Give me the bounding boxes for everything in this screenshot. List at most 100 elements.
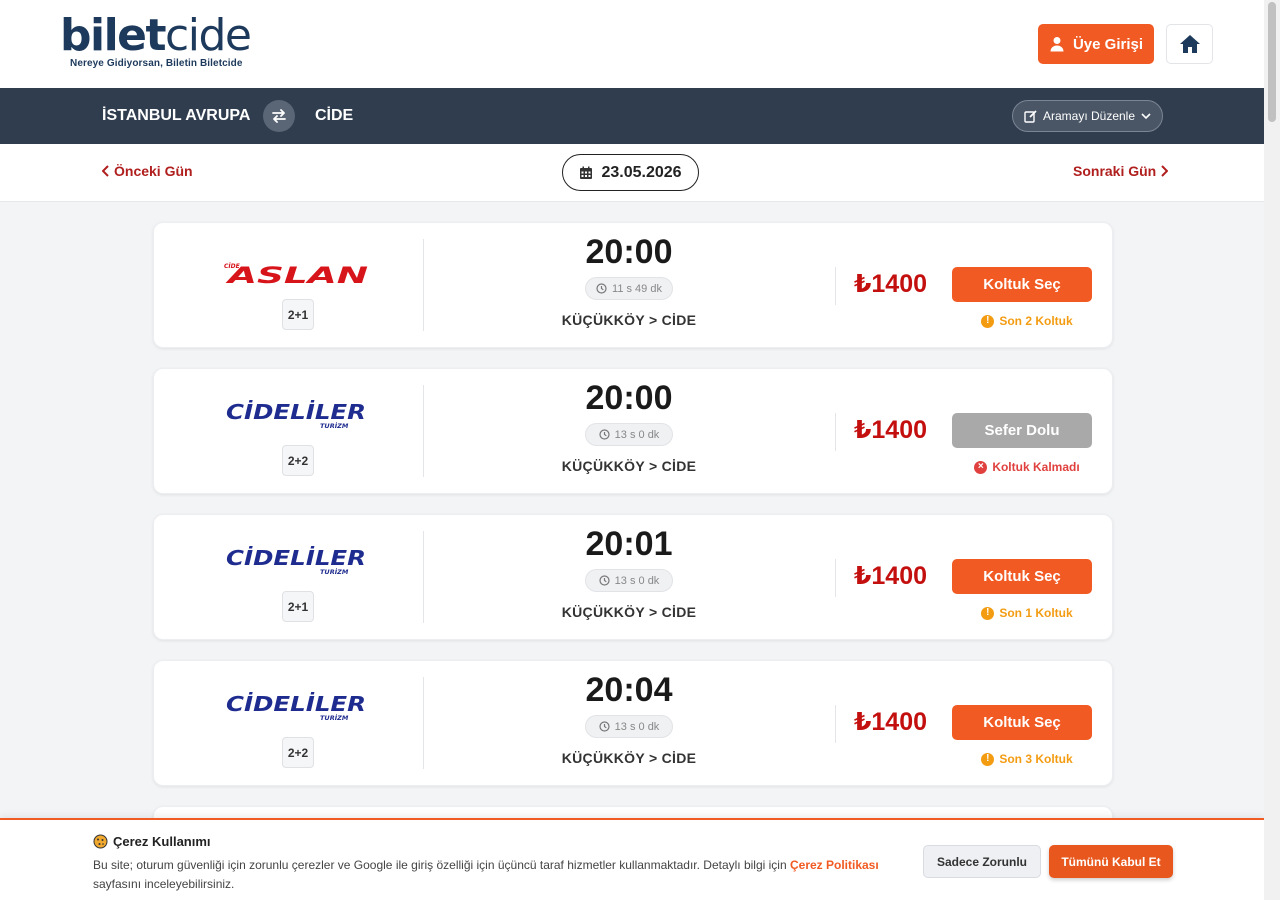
seat-layout-badge: 2+2 xyxy=(282,445,314,476)
warning-icon: ! xyxy=(981,752,995,766)
date-picker[interactable]: 23.05.2026 xyxy=(562,154,699,191)
warning-icon: ! xyxy=(981,606,995,620)
logo-tagline: Nereye Gidiyorsan, Biletin Biletcide xyxy=(70,58,243,69)
accept-all-button[interactable]: Tümünü Kabul Et xyxy=(1049,845,1173,878)
seat-note-text: Koltuk Kalmadı xyxy=(992,460,1080,474)
home-icon xyxy=(1179,35,1200,53)
company-subtitle: TURİZM xyxy=(320,713,349,722)
site-logo[interactable]: biletcide Nereye Gidiyorsan, Biletin Bil… xyxy=(60,10,252,70)
divider xyxy=(835,413,836,451)
trip-card: CİDELİLER TURİZM 2+2 20:04 13 s 0 dk KÜÇ… xyxy=(153,660,1113,786)
duration-text: 11 s 49 dk xyxy=(612,282,662,295)
clock-icon xyxy=(596,283,607,294)
divider xyxy=(835,559,836,597)
divider xyxy=(835,267,836,305)
cideliler-company-logo: CİDELİLER TURİZM xyxy=(226,400,366,430)
cookie-title-text: Çerez Kullanımı xyxy=(113,834,211,849)
select-seat-button[interactable]: Koltuk Seç xyxy=(952,705,1092,740)
cideliler-company-logo: CİDELİLER TURİZM xyxy=(226,692,366,722)
route-origin: İSTANBUL AVRUPA xyxy=(102,107,251,124)
route-bar: İSTANBUL AVRUPA CİDE Aramayı Düzenle xyxy=(0,88,1264,144)
trip-card: CİDELİLER TURİZM 2+2 20:00 13 s 0 dk KÜÇ… xyxy=(153,368,1113,494)
close-circle-icon: × xyxy=(974,460,988,474)
warning-icon: ! xyxy=(981,314,995,328)
company-name: CİDELİLER xyxy=(226,692,366,716)
logo-bold-part: bilet xyxy=(60,10,167,61)
next-day-link[interactable]: Sonraki Gün xyxy=(1073,163,1169,179)
select-seat-button[interactable]: Koltuk Seç xyxy=(952,267,1092,302)
clock-icon xyxy=(599,429,610,440)
trip-duration: 13 s 0 dk xyxy=(585,715,673,738)
seat-availability-note: ! Son 1 Koltuk xyxy=(952,606,1102,620)
seat-note-text: Son 2 Koltuk xyxy=(999,314,1073,328)
previous-day-link[interactable]: Önceki Gün xyxy=(102,163,193,179)
seat-note-text: Son 3 Koltuk xyxy=(999,752,1073,766)
trip-price: ₺1400 xyxy=(854,270,928,298)
departure-time: 20:00 xyxy=(585,379,673,417)
edit-icon xyxy=(1024,109,1037,123)
calendar-icon xyxy=(580,166,593,179)
cookie-text-end: sayfasını inceleyebilirsiniz. xyxy=(93,877,235,891)
trip-route: KÜÇÜKKÖY > CİDE xyxy=(561,312,697,328)
route-destination: CİDE xyxy=(315,107,354,124)
departure-time: 20:04 xyxy=(585,671,673,709)
trip-route: KÜÇÜKKÖY > CİDE xyxy=(561,458,697,474)
company-name: CİDELİLER xyxy=(226,546,366,570)
chevron-left-icon xyxy=(102,165,109,177)
seat-layout-badge: 2+2 xyxy=(282,737,314,768)
logo-thin-part: cide xyxy=(165,10,252,61)
required-only-button[interactable]: Sadece Zorunlu xyxy=(923,845,1041,878)
next-day-label: Sonraki Gün xyxy=(1073,163,1157,179)
trip-duration: 11 s 49 dk xyxy=(585,277,673,300)
divider xyxy=(423,677,424,769)
user-icon xyxy=(1050,37,1064,52)
company-name: ASLAN xyxy=(225,264,368,289)
chevron-right-icon xyxy=(1161,165,1169,177)
trip-price: ₺1400 xyxy=(854,562,928,590)
company-name: CİDELİLER xyxy=(226,400,366,424)
scrollbar-thumb[interactable] xyxy=(1268,2,1276,122)
departure-time: 20:00 xyxy=(585,233,673,271)
seat-layout-badge: 2+1 xyxy=(282,299,314,330)
cookie-text-start: Bu site; oturum güvenliği için zorunlu ç… xyxy=(93,858,790,872)
chevron-down-icon xyxy=(1141,113,1151,120)
swap-arrows-icon xyxy=(272,109,286,123)
scrollbar-track[interactable] xyxy=(1264,0,1280,900)
trip-company-area: CİDELİLER TURİZM 2+2 xyxy=(154,369,424,495)
date-navigation: Önceki Gün 23.05.2026 Sonraki Gün xyxy=(0,144,1264,202)
duration-text: 13 s 0 dk xyxy=(614,720,660,733)
cookie-description: Bu site; oturum güvenliği için zorunlu ç… xyxy=(93,856,913,894)
trip-card: CİDE ASLAN 2+1 20:00 11 s 49 dk KÜÇÜKKÖY… xyxy=(153,222,1113,348)
duration-text: 13 s 0 dk xyxy=(614,574,660,587)
home-button[interactable] xyxy=(1166,24,1213,64)
previous-day-label: Önceki Gün xyxy=(114,163,193,179)
seat-note-text: Son 1 Koltuk xyxy=(999,606,1073,620)
login-button[interactable]: Üye Girişi xyxy=(1038,24,1154,64)
company-subtitle: TURİZM xyxy=(320,567,349,576)
cookie-title: Çerez Kullanımı xyxy=(93,834,211,849)
company-subtitle: TURİZM xyxy=(320,421,349,430)
trip-route: KÜÇÜKKÖY > CİDE xyxy=(561,750,697,766)
divider xyxy=(835,705,836,743)
edit-search-label: Aramayı Düzenle xyxy=(1042,109,1136,123)
logo-wordmark: biletcide xyxy=(60,10,252,61)
swap-route-button[interactable] xyxy=(263,100,295,132)
clock-icon xyxy=(599,575,610,586)
edit-search-button[interactable]: Aramayı Düzenle xyxy=(1012,100,1163,132)
divider xyxy=(423,385,424,477)
trip-company-area: CİDE ASLAN 2+1 xyxy=(154,223,424,349)
site-header: biletcide Nereye Gidiyorsan, Biletin Bil… xyxy=(0,0,1264,88)
trip-route: KÜÇÜKKÖY > CİDE xyxy=(561,604,697,620)
trip-full-button[interactable]: Sefer Dolu xyxy=(952,413,1092,448)
seat-layout-badge: 2+1 xyxy=(282,591,314,622)
trip-card: CİDELİLER TURİZM 2+1 20:01 13 s 0 dk KÜÇ… xyxy=(153,514,1113,640)
cookie-policy-link[interactable]: Çerez Politikası xyxy=(790,858,879,872)
trip-price: ₺1400 xyxy=(854,416,928,444)
trip-duration: 13 s 0 dk xyxy=(585,423,673,446)
aslan-company-logo: CİDE ASLAN xyxy=(224,263,368,289)
select-seat-button[interactable]: Koltuk Seç xyxy=(952,559,1092,594)
trip-company-area: CİDELİLER TURİZM 2+2 xyxy=(154,661,424,787)
selected-date: 23.05.2026 xyxy=(601,163,682,181)
departure-time: 20:01 xyxy=(585,525,673,563)
trip-duration: 13 s 0 dk xyxy=(585,569,673,592)
